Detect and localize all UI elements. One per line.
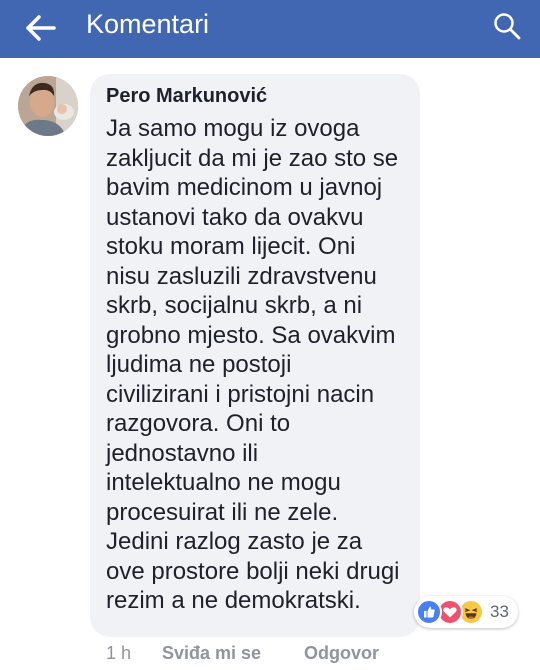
comment-line: jednostavno ili: [106, 439, 259, 467]
comment-timestamp: 1 h: [106, 643, 132, 663]
arrow-left-icon: [26, 15, 56, 41]
like-icon: [416, 599, 442, 625]
comment-line: intelektualno ne mogu: [106, 469, 341, 496]
back-button[interactable]: [24, 13, 58, 43]
comment-line: ove prostore bolji neki drugi: [106, 557, 400, 585]
comment-bubble: Pero Markunović Ja samo mogu iz ovoga za…: [90, 74, 420, 637]
comment-line: bavim medicinom u javnoj: [106, 174, 383, 201]
comment-line: Ja samo mogu iz ovoga: [106, 115, 360, 142]
like-button[interactable]: Sviđa mi se: [162, 643, 261, 664]
comment-line: Jedini razlog zasto je za: [106, 528, 363, 555]
comment-author[interactable]: Pero Markunović: [106, 85, 267, 108]
comment-text: Ja samo mogu iz ovoga zakljucit da mi je…: [106, 114, 416, 616]
comment-line: stoku moram lijecit. Oni: [106, 233, 356, 260]
comment-line: skrb, socijalnu skrb, a ni: [106, 292, 363, 319]
reaction-count: 33: [490, 602, 509, 621]
top-bar: Komentari: [0, 0, 540, 58]
comment-line: ustanovi tako da ovakvu: [106, 203, 364, 231]
comment-line: zakljucit da mi je zao sto se: [106, 144, 399, 172]
comment-line: civilizirani i pristojni nacin: [106, 380, 375, 408]
avatar-photo: [18, 76, 78, 136]
comment-line: procesuirat ili ne zele.: [106, 498, 339, 526]
comment-line: ljudima ne postoji: [106, 351, 292, 378]
comment-line: razgovora. Oni to: [106, 410, 291, 437]
page-title: Komentari: [86, 9, 210, 39]
search-button[interactable]: [492, 11, 522, 41]
comment-line: nisu zasluzili zdravstvenu: [106, 262, 377, 290]
avatar[interactable]: [18, 76, 78, 136]
search-icon: [494, 13, 521, 40]
comment-line: grobno mjesto. Sa ovakvim: [106, 321, 396, 349]
reactions-summary[interactable]: 33: [414, 596, 518, 628]
reply-button[interactable]: Odgovor: [304, 643, 379, 664]
comment-line: rezim a ne demokratski.: [106, 587, 361, 614]
